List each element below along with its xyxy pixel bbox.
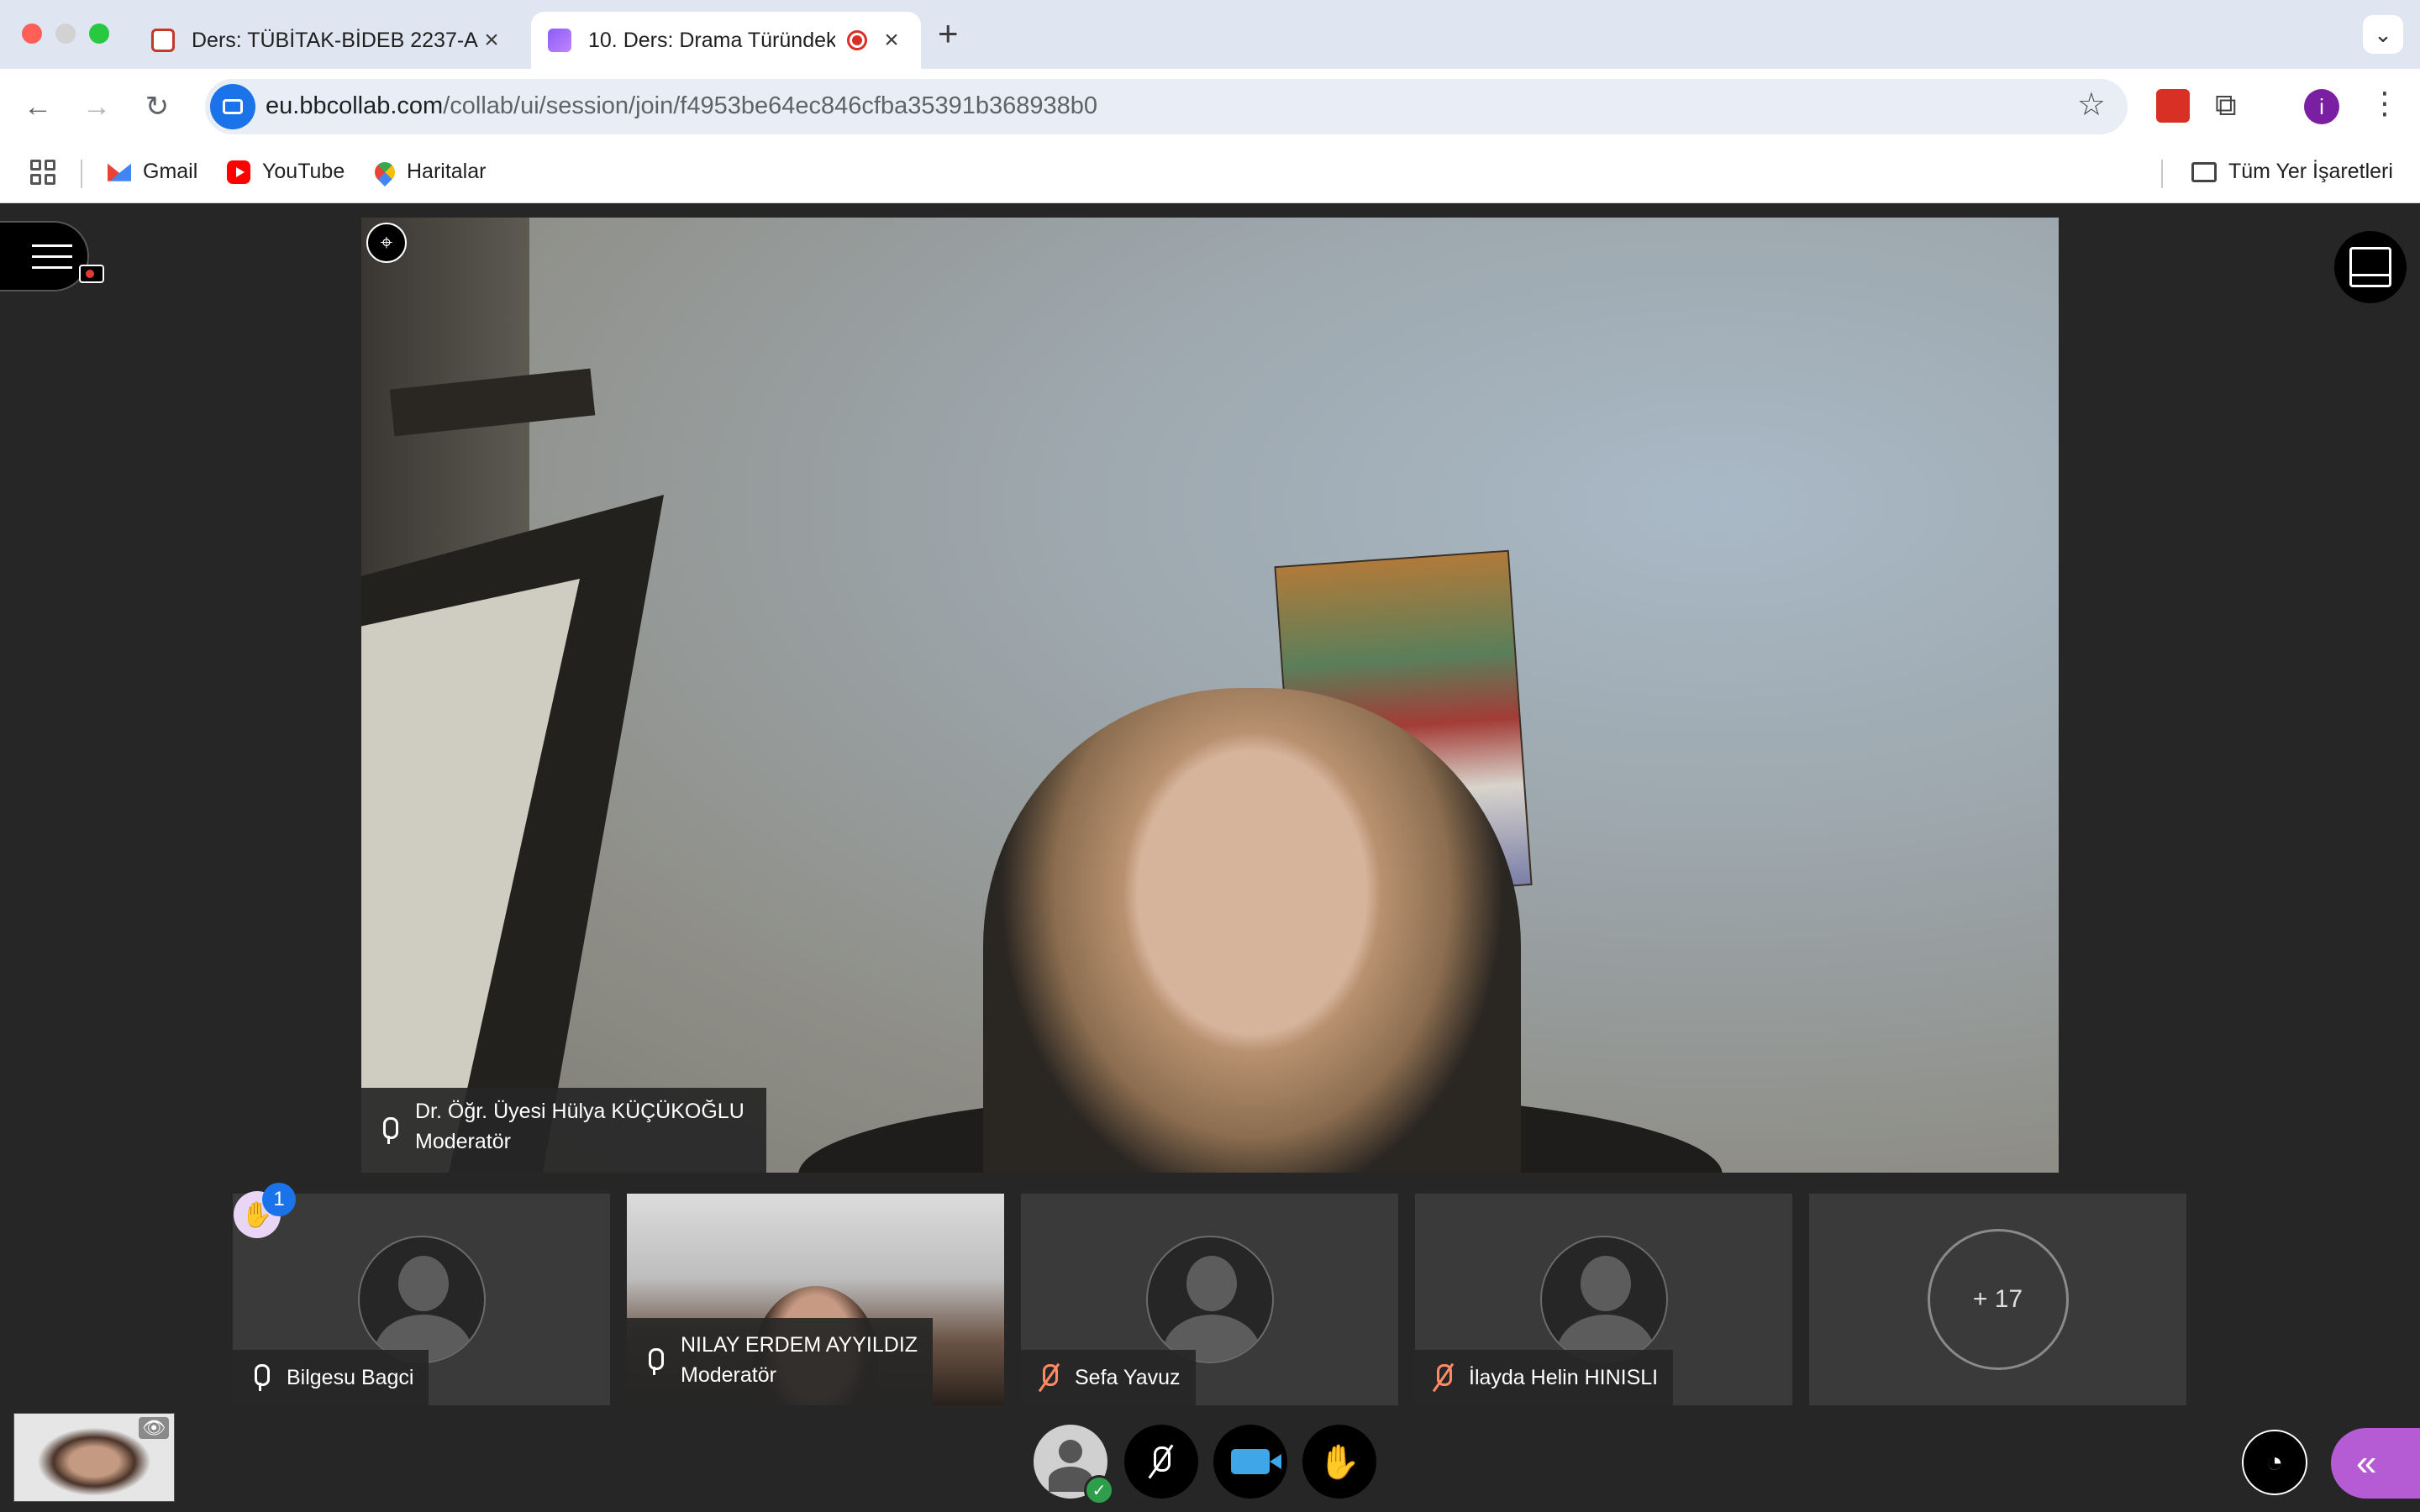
follow-speaker-pin-icon[interactable]: ⌖ xyxy=(366,223,407,263)
participant-name: NILAY ERDEM AYYILDIZ xyxy=(681,1333,918,1357)
participant-label: Sefa Yavuz xyxy=(1021,1350,1196,1405)
collaborate-session: ⌖ Dr. Öğr. Üyesi Hülya KÜÇÜKOĞLU Moderat… xyxy=(0,204,2420,1512)
more-menu-icon[interactable]: ⋮ xyxy=(2370,86,2403,120)
clock-icon: ◔ xyxy=(2265,1446,2284,1478)
microphone-on-icon xyxy=(380,1116,398,1144)
raised-hands-count-badge: 1 xyxy=(262,1183,296,1216)
session-status-button[interactable]: ◔ xyxy=(2242,1430,2307,1495)
microphone-muted-icon xyxy=(1039,1364,1058,1391)
window-zoom-button[interactable] xyxy=(89,24,109,44)
avatar xyxy=(1145,1236,1274,1363)
participant-label: İlayda Helin HINISLI xyxy=(1415,1350,1674,1405)
participant-tile[interactable]: Sefa Yavuz xyxy=(1021,1194,1398,1405)
gmail-icon xyxy=(108,163,131,181)
avatar xyxy=(1539,1236,1668,1363)
window-minimize-button[interactable] xyxy=(55,24,76,44)
main-speaker-label: Dr. Öğr. Üyesi Hülya KÜÇÜKOĞLU Moderatör xyxy=(361,1088,766,1173)
my-status-button[interactable]: ✓ xyxy=(1034,1425,1114,1505)
bookmark-star-icon[interactable]: ☆ xyxy=(2077,86,2106,123)
apps-grid-icon[interactable] xyxy=(30,160,55,185)
participant-tile[interactable]: İlayda Helin HINISLI xyxy=(1415,1194,1792,1405)
microphone-muted-icon xyxy=(1434,1364,1452,1391)
participant-label: NILAY ERDEM AYYILDIZ Moderatör xyxy=(627,1318,934,1405)
bookmark-youtube[interactable]: YouTube xyxy=(227,160,345,184)
microphone-on-icon xyxy=(645,1348,664,1375)
participant-role: Moderatör xyxy=(681,1363,776,1387)
bookmarks-divider xyxy=(2161,160,2163,188)
address-bar[interactable]: eu.bbcollab.com/collab/ui/session/join/f… xyxy=(205,79,2128,134)
speaker-role: Moderatör xyxy=(415,1130,511,1153)
layout-grid-icon xyxy=(2349,247,2391,287)
eye-icon[interactable]: 👁 xyxy=(139,1417,169,1439)
camera-toggle-button[interactable] xyxy=(1213,1425,1287,1499)
participant-name: Bilgesu Bagci xyxy=(287,1366,414,1389)
microphone-muted-icon xyxy=(1152,1446,1171,1477)
bookmarks-bar: Gmail YouTube Haritalar Tüm Yer İşaretle… xyxy=(0,144,2420,203)
participant-tile[interactable]: NILAY ERDEM AYYILDIZ Moderatör xyxy=(627,1194,1004,1405)
participant-name: İlayda Helin HINISLI xyxy=(1469,1366,1659,1389)
all-bookmarks[interactable]: Tüm Yer İşaretleri xyxy=(2191,160,2393,184)
reload-icon[interactable]: ↻ xyxy=(138,87,176,126)
microphone-toggle-button[interactable] xyxy=(1124,1425,1198,1499)
tab-course[interactable]: Ders: TÜBİTAK-BİDEB 2237-A × xyxy=(134,12,521,69)
bookmark-label: YouTube xyxy=(262,160,345,183)
profile-icon xyxy=(1059,1440,1082,1463)
tab-collaborate-session[interactable]: 10. Ders: Drama Türündek × xyxy=(531,12,921,69)
maps-icon xyxy=(371,157,399,186)
collaborate-favicon-icon xyxy=(548,29,571,52)
youtube-icon xyxy=(227,160,250,184)
extension-red-icon[interactable] xyxy=(2156,89,2190,123)
bookmark-gmail[interactable]: Gmail xyxy=(108,160,197,184)
tab-title: 10. Ders: Drama Türündek xyxy=(588,28,835,52)
bookmark-maps[interactable]: Haritalar xyxy=(371,157,487,186)
status-check-icon: ✓ xyxy=(1084,1475,1114,1505)
extensions-puzzle-icon[interactable]: ⧉ xyxy=(2215,87,2249,122)
open-collaborate-panel-button[interactable]: « xyxy=(2331,1428,2420,1499)
chevron-left-icon: « xyxy=(2356,1442,2377,1483)
speaker-name: Dr. Öğr. Üyesi Hülya KÜÇÜKOĞLU xyxy=(415,1100,744,1123)
browser-toolbar: ← → ↻ eu.bbcollab.com/collab/ui/session/… xyxy=(0,69,2420,144)
back-arrow-icon[interactable]: ← xyxy=(18,87,57,126)
tab-title: Ders: TÜBİTAK-BİDEB 2237-A xyxy=(192,28,478,52)
session-menu-button[interactable] xyxy=(0,221,89,291)
raise-hand-button[interactable]: ✋ xyxy=(1302,1425,1376,1499)
microphone-on-icon xyxy=(251,1364,270,1391)
layout-toggle-button[interactable] xyxy=(2334,231,2407,303)
url-text[interactable]: eu.bbcollab.com/collab/ui/session/join/f… xyxy=(266,92,1097,120)
all-bookmarks-label: Tüm Yer İşaretleri xyxy=(2228,160,2393,183)
more-participants-count[interactable]: + 17 xyxy=(1927,1229,2069,1370)
window-close-button[interactable] xyxy=(22,24,42,44)
course-favicon-icon xyxy=(151,29,175,52)
tab-search-chevron-icon[interactable]: ⌄ xyxy=(2363,15,2403,54)
participant-tile[interactable]: Bilgesu Bagci xyxy=(233,1194,610,1405)
new-tab-button[interactable]: + xyxy=(938,13,959,54)
main-speaker-video[interactable] xyxy=(361,218,2059,1173)
folder-icon xyxy=(2191,161,2217,182)
participant-name: Sefa Yavuz xyxy=(1075,1366,1181,1389)
bookmark-label: Gmail xyxy=(143,160,198,183)
tab-close-icon[interactable]: × xyxy=(879,26,904,55)
hand-icon: ✋ xyxy=(1318,1443,1360,1481)
profile-avatar[interactable]: i xyxy=(2304,89,2339,124)
bookmark-label: Haritalar xyxy=(407,160,487,183)
self-video-preview[interactable]: 👁 xyxy=(13,1413,175,1502)
speaker-face xyxy=(983,688,1521,1173)
site-camera-icon[interactable] xyxy=(210,84,255,129)
recording-camera-icon xyxy=(79,265,104,283)
avatar xyxy=(357,1236,486,1363)
recording-indicator-icon xyxy=(847,30,867,50)
forward-arrow-icon[interactable]: → xyxy=(77,87,116,126)
bookmarks-divider xyxy=(81,160,82,188)
participant-label: Bilgesu Bagci xyxy=(233,1350,429,1405)
camera-icon xyxy=(1231,1449,1281,1474)
tab-close-icon[interactable]: × xyxy=(479,26,504,55)
more-participants-tile[interactable]: + 17 xyxy=(1809,1194,2186,1405)
browser-tab-bar: Ders: TÜBİTAK-BİDEB 2237-A × 10. Ders: D… xyxy=(0,0,2420,69)
